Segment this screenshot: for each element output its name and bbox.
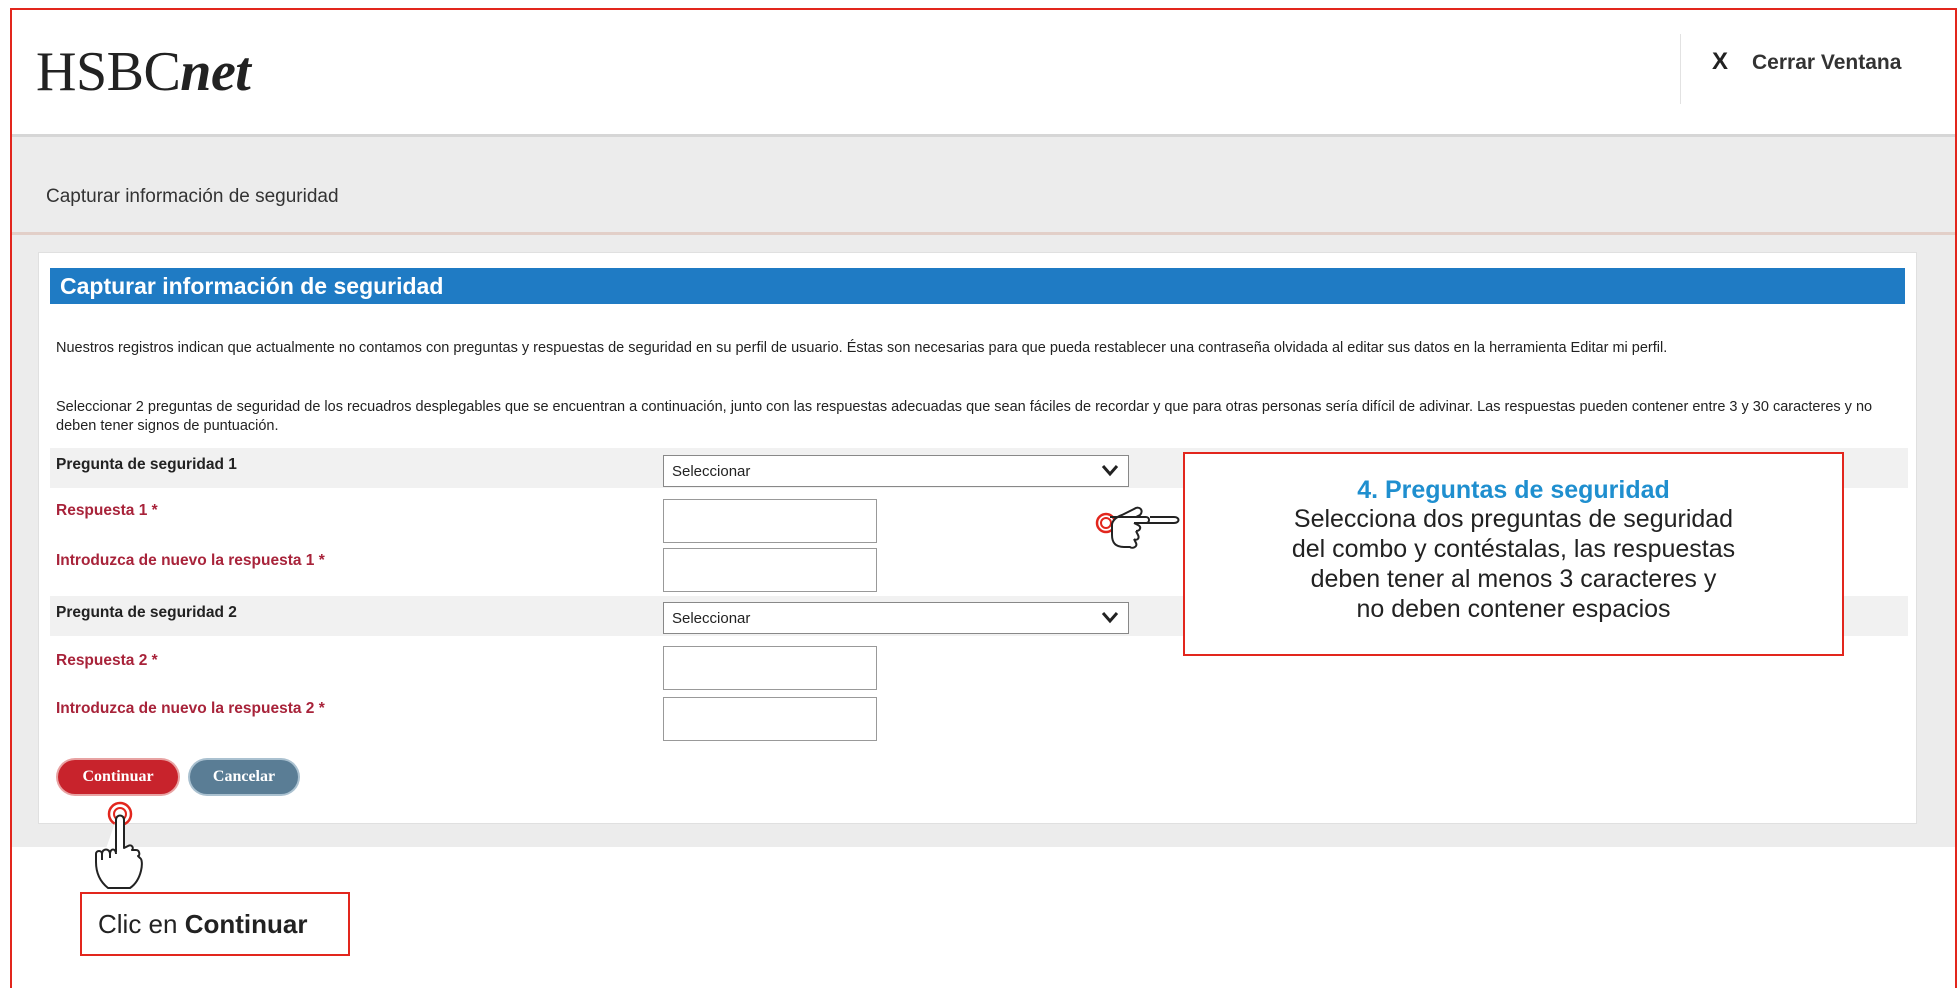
hint-action: Continuar xyxy=(184,909,308,939)
callout-body: Selecciona dos preguntas de seguridad de… xyxy=(1185,504,1842,624)
tap-hand-icon xyxy=(88,800,148,897)
security-questions-callout: 4. Preguntas de seguridad Selecciona dos… xyxy=(1183,452,1844,656)
chevron-down-icon xyxy=(1100,607,1120,633)
answer-1-label: Respuesta 1 * xyxy=(56,502,158,519)
pointer-hand-icon xyxy=(1094,503,1186,560)
answer-2-input[interactable] xyxy=(663,646,877,690)
panel-title: Capturar información de seguridad xyxy=(60,273,444,299)
answer-1-input[interactable] xyxy=(663,499,877,543)
panel-title-bar: Capturar información de seguridad xyxy=(50,268,1905,304)
callout-line-1: Selecciona dos preguntas de seguridad xyxy=(1293,505,1734,533)
hint-prefix: Clic en xyxy=(98,909,185,939)
answer-2-confirm-label: Introduzca de nuevo la respuesta 2 * xyxy=(56,700,325,717)
answer-2-label: Respuesta 2 * xyxy=(56,652,158,669)
callout-title: 4. Preguntas de seguridad xyxy=(1357,476,1670,504)
intro-paragraph-2: Seleccionar 2 preguntas de seguridad de … xyxy=(56,399,1873,434)
hsbcnet-logo: HSBCnet xyxy=(36,41,251,103)
question-1-select-value: Seleccionar xyxy=(672,463,751,480)
breadcrumb-divider xyxy=(12,232,1955,235)
chevron-down-icon xyxy=(1100,460,1120,486)
header-divider xyxy=(1680,34,1681,104)
click-continue-hint: Clic en Continuar xyxy=(80,892,350,956)
breadcrumb: Capturar información de seguridad xyxy=(46,186,339,207)
callout-line-2: del combo y contéstalas, las respuestas xyxy=(1291,535,1736,563)
question-1-label: Pregunta de seguridad 1 xyxy=(56,456,237,473)
question-2-select[interactable]: Seleccionar xyxy=(663,602,1129,634)
continue-button[interactable]: Continuar xyxy=(58,760,178,794)
close-window-link[interactable]: Cerrar Ventana xyxy=(1752,51,1901,75)
question-2-label: Pregunta de seguridad 2 xyxy=(56,604,237,621)
question-1-select[interactable]: Seleccionar xyxy=(663,455,1129,487)
header: HSBCnet X Cerrar Ventana xyxy=(12,10,1955,137)
question-2-select-value: Seleccionar xyxy=(672,610,751,627)
callout-line-4: no deben contener espacios xyxy=(1356,595,1671,623)
callout-line-3: deben tener al menos 3 caracteres y xyxy=(1310,565,1717,593)
answer-1-confirm-label: Introduzca de nuevo la respuesta 1 * xyxy=(56,552,325,569)
close-icon[interactable]: X xyxy=(1712,48,1728,76)
answer-1-confirm-input[interactable] xyxy=(663,548,877,592)
intro-paragraph-1: Nuestros registros indican que actualmen… xyxy=(56,340,1668,356)
answer-2-confirm-input[interactable] xyxy=(663,697,877,741)
cancel-button[interactable]: Cancelar xyxy=(190,760,298,794)
